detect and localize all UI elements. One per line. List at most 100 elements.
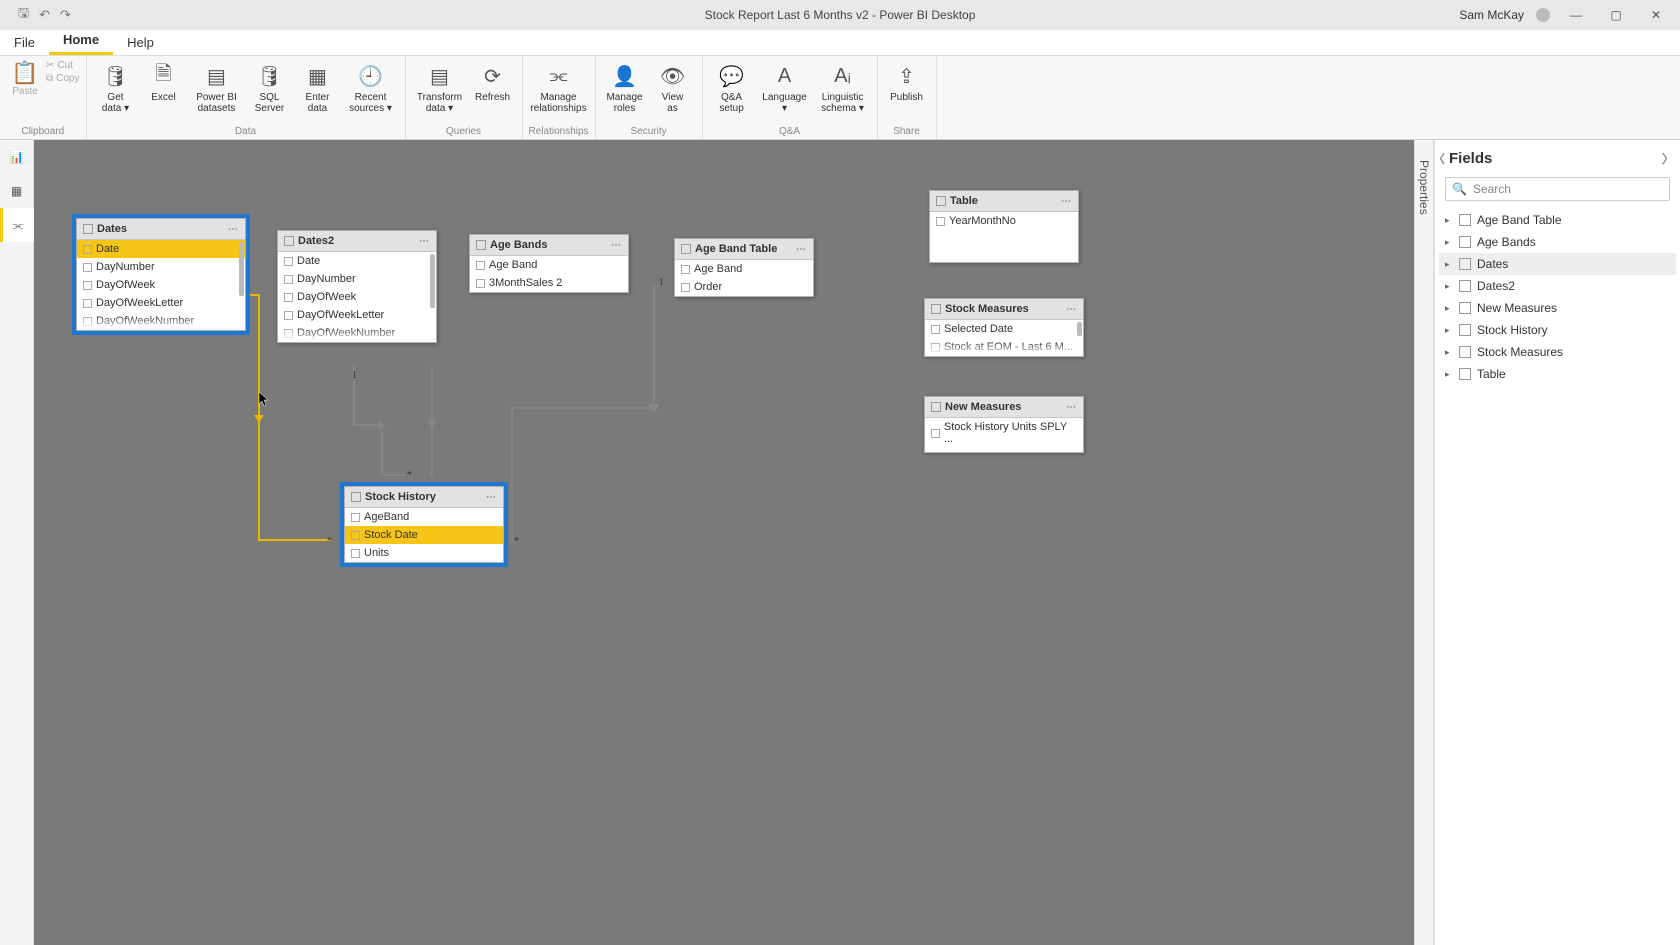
tab-home[interactable]: Home <box>49 27 113 55</box>
tab-help[interactable]: Help <box>113 30 168 55</box>
tab-file[interactable]: File <box>0 30 49 55</box>
list-item[interactable]: DayNumber <box>278 270 436 288</box>
list-item[interactable]: Order <box>675 278 813 296</box>
qa-setup-button[interactable]: 💬Q&A setup <box>709 60 755 114</box>
transform-data-button[interactable]: ▤Transform data ▾ <box>412 60 468 114</box>
scrollbar[interactable] <box>1077 322 1082 336</box>
list-item[interactable]: Date <box>278 252 436 270</box>
menu-tabs: File Home Help <box>0 30 1680 56</box>
table-dates-title: Dates <box>97 223 127 235</box>
table-new-measures[interactable]: New Measures⋯ Stock History Units SPLY .… <box>924 396 1084 453</box>
field-ageband[interactable]: AgeBand <box>345 508 503 526</box>
table-stockhistory-title: Stock History <box>365 491 436 503</box>
group-qa: Q&A <box>779 124 800 139</box>
fields-table-item[interactable]: ▸Age Bands <box>1439 231 1676 253</box>
list-item[interactable]: Stock at EOM - Last 6 M... <box>925 338 1083 356</box>
list-item[interactable]: Age Band <box>470 256 628 274</box>
field-dayofweek[interactable]: DayOfWeek <box>77 276 245 294</box>
fields-title: Fields <box>1449 150 1492 167</box>
sql-server-button[interactable]: 🛢SQL Server <box>247 60 293 114</box>
more-icon[interactable]: ⋯ <box>611 240 622 251</box>
redo-icon[interactable]: ↷ <box>60 7 71 23</box>
table-table[interactable]: Table⋯ YearMonthNo <box>929 190 1079 263</box>
minimize-button[interactable]: — <box>1562 8 1590 22</box>
chevron-left-icon[interactable]: 〈 <box>1433 150 1445 167</box>
table-dates2[interactable]: Dates2⋯ Date DayNumber DayOfWeek DayOfWe… <box>277 230 437 343</box>
close-button[interactable]: ✕ <box>1642 8 1670 22</box>
table-dates[interactable]: Dates ⋯ Date DayNumber DayOfWeek DayOfWee… <box>76 218 246 331</box>
get-data-button[interactable]: 🛢Get data ▾ <box>93 60 139 114</box>
table-icon <box>936 196 946 206</box>
manage-roles-button[interactable]: 👤Manage roles <box>602 60 648 114</box>
table-stock-history[interactable]: Stock History ⋯ AgeBand Stock Date Units <box>344 486 504 563</box>
table-icon <box>83 224 93 234</box>
list-item[interactable]: YearMonthNo <box>930 212 1078 230</box>
publish-button[interactable]: ⇪Publish <box>884 60 930 103</box>
field-daynumber[interactable]: DayNumber <box>77 258 245 276</box>
model-view-icon[interactable]: ⫘ <box>0 208 34 242</box>
table-icon <box>681 244 691 254</box>
svg-text:1: 1 <box>246 290 251 301</box>
fields-table-item[interactable]: ▸Dates2 <box>1439 275 1676 297</box>
report-view-icon[interactable]: 📊 <box>0 140 33 174</box>
properties-pane-collapsed[interactable]: Properties <box>1414 140 1434 945</box>
search-input[interactable]: 🔍 Search <box>1445 177 1670 201</box>
field-dayofweekletter[interactable]: DayOfWeekLetter <box>77 294 245 312</box>
manage-relationships-button[interactable]: ⫘Manage relationships <box>531 60 587 114</box>
ribbon: 📋 Paste ✂ Cut ⧉ Copy Clipboard 🛢Get data… <box>0 56 1680 140</box>
group-data: Data <box>235 124 256 139</box>
refresh-button[interactable]: ⟳Refresh <box>470 60 516 103</box>
list-item[interactable]: Selected Date <box>925 320 1083 338</box>
table-age-band-table[interactable]: Age Band Table⋯ Age Band Order <box>674 238 814 297</box>
properties-label: Properties <box>1417 160 1431 215</box>
avatar[interactable] <box>1536 8 1550 22</box>
window-title: Stock Report Last 6 Months v2 - Power BI… <box>705 8 976 22</box>
fields-table-item[interactable]: ▸Table <box>1439 363 1676 385</box>
more-icon[interactable]: ⋯ <box>419 236 430 247</box>
more-icon[interactable]: ⋯ <box>1061 196 1072 207</box>
fields-table-item[interactable]: ▸Stock History <box>1439 319 1676 341</box>
table-icon <box>351 492 361 502</box>
field-date[interactable]: Date <box>77 240 245 258</box>
more-icon[interactable]: ⋯ <box>796 244 807 255</box>
more-icon[interactable]: ⋯ <box>228 224 239 235</box>
language-button[interactable]: ALanguage ▾ <box>757 60 813 114</box>
fields-table-item[interactable]: ▸Dates <box>1439 253 1676 275</box>
view-as-button[interactable]: 👁View as <box>650 60 696 114</box>
fields-table-item[interactable]: ▸New Measures <box>1439 297 1676 319</box>
enter-data-button[interactable]: ▦Enter data <box>295 60 341 114</box>
more-icon[interactable]: ⋯ <box>1066 402 1077 413</box>
model-canvas[interactable]: 1 * 1 * 1 * Dates⋯ Date DayNumber DayOfW… <box>34 140 1414 945</box>
fields-table-item[interactable]: ▸Age Band Table <box>1439 209 1676 231</box>
more-icon[interactable]: ⋯ <box>486 492 497 503</box>
list-item[interactable]: Stock History Units SPLY ... <box>925 418 1083 448</box>
table-stock-measures[interactable]: Stock Measures⋯ Selected Date Stock at E… <box>924 298 1084 357</box>
table-icon <box>284 236 294 246</box>
field-dayofweeknumber[interactable]: DayOfWeekNumber <box>77 312 245 330</box>
list-item[interactable]: 3MonthSales 2 <box>470 274 628 292</box>
user-name[interactable]: Sam McKay <box>1459 8 1524 22</box>
field-stock-date[interactable]: Stock Date <box>345 526 503 544</box>
excel-button[interactable]: 🗎Excel <box>141 60 187 103</box>
scrollbar[interactable] <box>239 242 244 296</box>
list-item[interactable]: DayOfWeekLetter <box>278 306 436 324</box>
scrollbar[interactable] <box>430 254 435 308</box>
more-icon[interactable]: ⋯ <box>1066 304 1077 315</box>
chevron-right-icon[interactable]: 〉 <box>1662 150 1674 167</box>
list-item[interactable]: Age Band <box>675 260 813 278</box>
list-item[interactable]: DayOfWeek <box>278 288 436 306</box>
recent-sources-button[interactable]: 🕘Recent sources ▾ <box>343 60 399 114</box>
table-icon <box>931 402 941 412</box>
restore-button[interactable]: ▢ <box>1602 8 1630 22</box>
pbi-datasets-button[interactable]: ▤Power BI datasets <box>189 60 245 114</box>
table-age-bands[interactable]: Age Bands⋯ Age Band 3MonthSales 2 <box>469 234 629 293</box>
data-view-icon[interactable]: ▦ <box>0 174 33 208</box>
svg-text:*: * <box>327 536 332 547</box>
undo-icon[interactable]: ↶ <box>39 7 50 23</box>
list-item[interactable]: DayOfWeekNumber <box>278 324 436 342</box>
fields-table-item[interactable]: ▸Stock Measures <box>1439 341 1676 363</box>
group-relationships: Relationships <box>529 124 589 139</box>
save-icon[interactable]: 🖫 <box>18 4 29 26</box>
field-units[interactable]: Units <box>345 544 503 562</box>
linguistic-schema-button[interactable]: AᵢLinguistic schema ▾ <box>815 60 871 114</box>
